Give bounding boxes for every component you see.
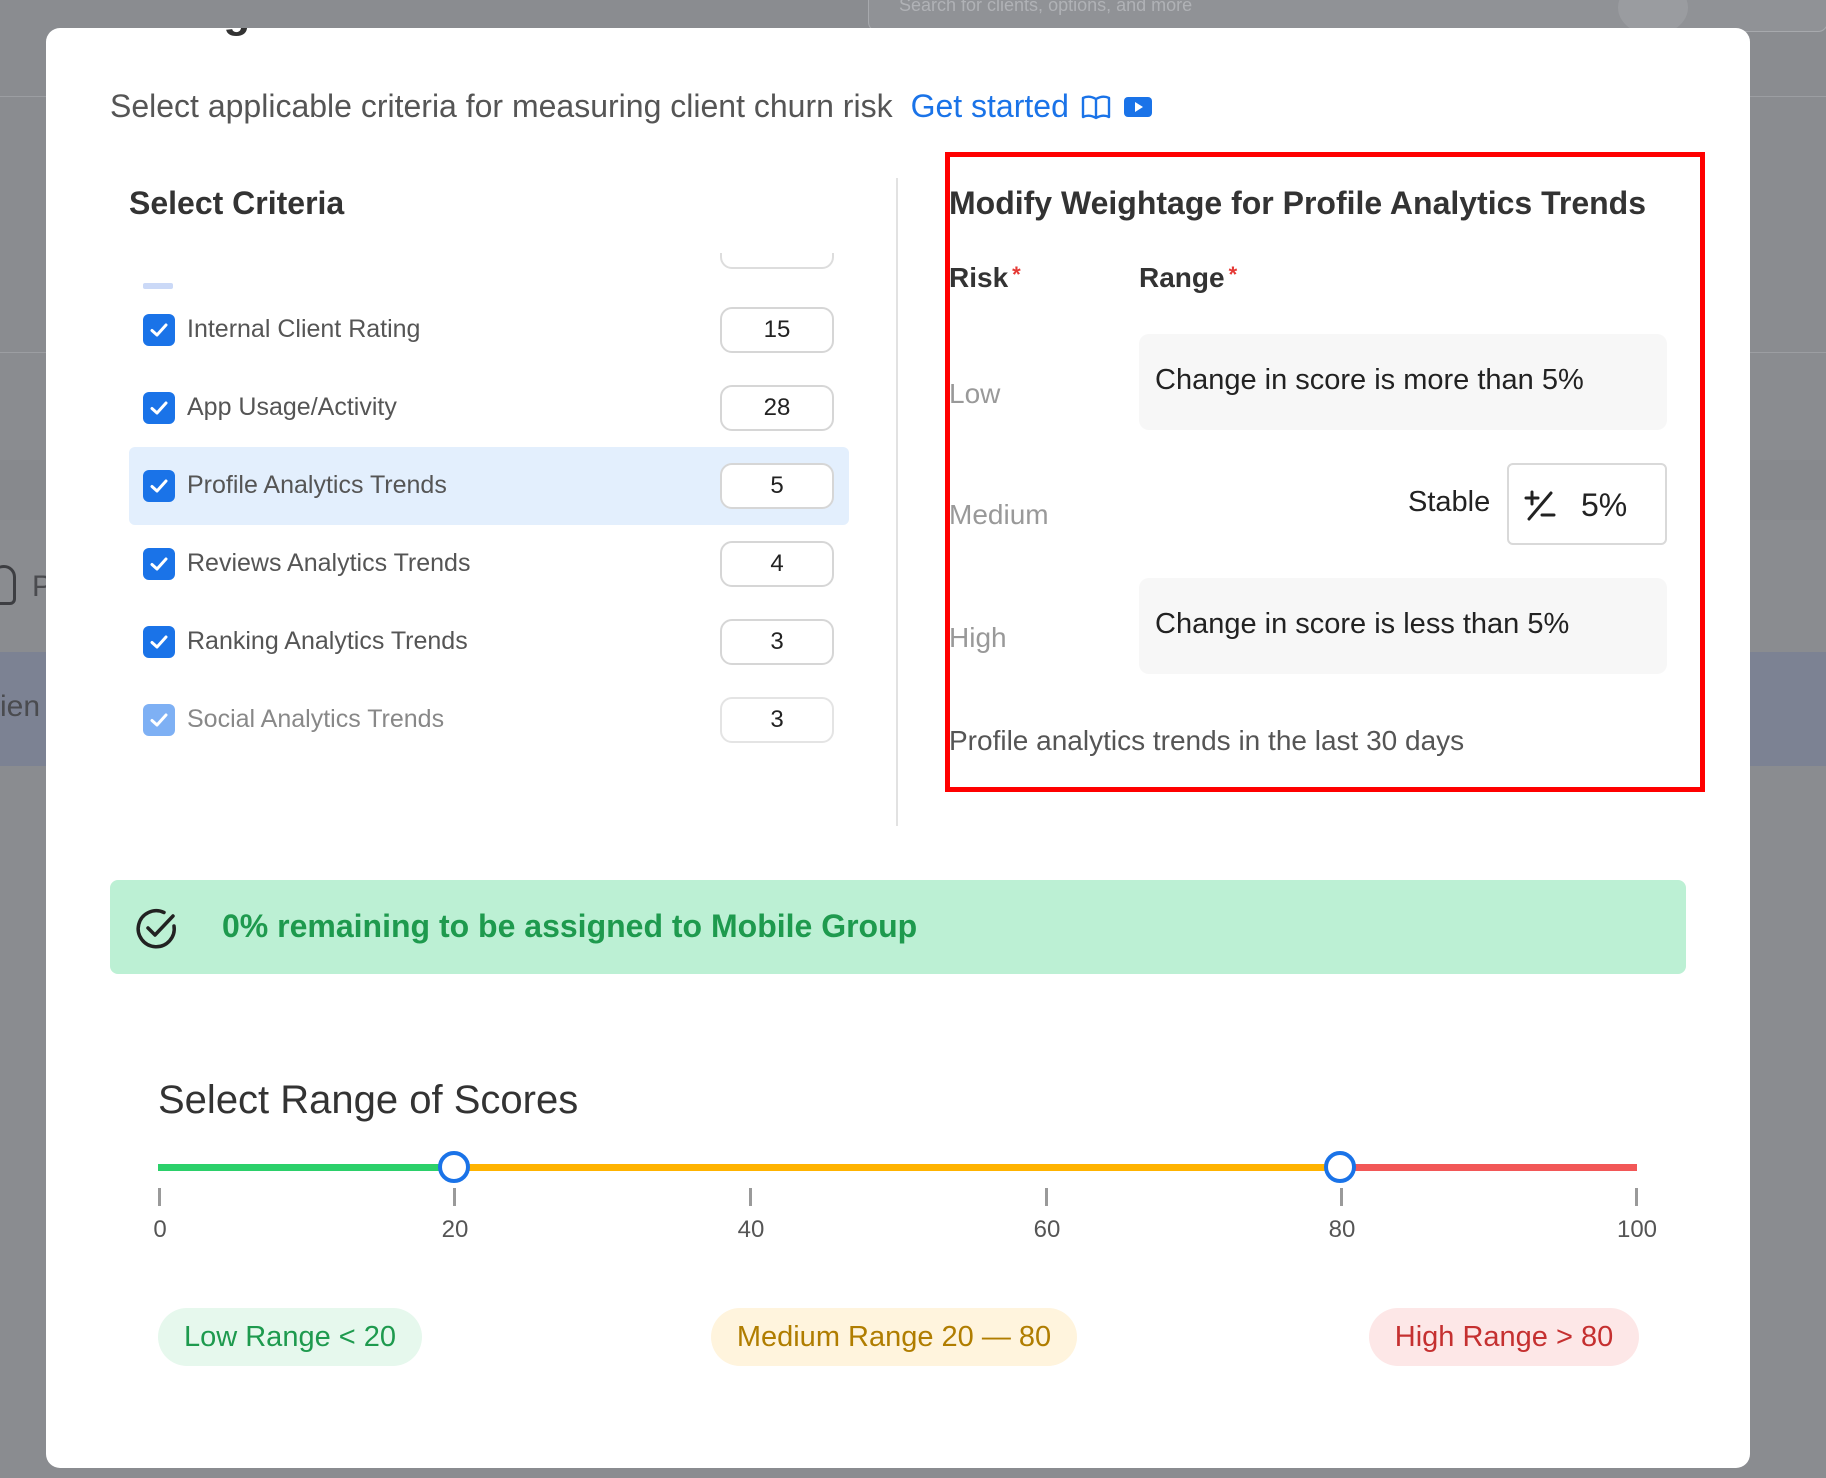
- checkbox[interactable]: [143, 470, 175, 502]
- slider-track-low[interactable]: [158, 1164, 453, 1171]
- checkbox[interactable]: [143, 314, 175, 346]
- slider-tick: [1635, 1188, 1638, 1206]
- risk-medium-label: Medium: [949, 499, 1049, 530]
- tick-label: 40: [737, 1216, 765, 1243]
- play-video-icon[interactable]: [1123, 95, 1153, 119]
- checkbox[interactable]: [143, 392, 175, 424]
- churn-criteria-modal: Configure churn risk criteria Select app…: [46, 28, 1750, 1468]
- high-range-pill: High Range > 80: [1369, 1308, 1639, 1366]
- risk-low-label: Low: [949, 378, 1001, 409]
- risk-header-label: Risk: [949, 262, 1009, 293]
- criteria-label: App Usage/Activity: [187, 393, 397, 421]
- range-high-field: Change in score is less than 5%: [1139, 578, 1667, 674]
- required-mark: *: [1012, 262, 1021, 287]
- criteria-item-internal-client-rating[interactable]: Internal Client Rating: [129, 291, 849, 369]
- checkmark-icon: [150, 635, 168, 649]
- range-low-field: Change in score is more than 5%: [1139, 334, 1667, 430]
- book-open-icon[interactable]: [1081, 94, 1111, 120]
- plus-minus-icon: [1524, 490, 1556, 521]
- weight-input[interactable]: [720, 619, 834, 665]
- slider-tick: [1340, 1188, 1343, 1206]
- slider-thumb-high[interactable]: [1324, 1151, 1356, 1183]
- stable-percent-input[interactable]: 5%: [1507, 463, 1667, 545]
- tick-label: 20: [441, 1216, 469, 1243]
- checkmark-icon: [150, 401, 168, 415]
- weight-input[interactable]: [720, 307, 834, 353]
- criteria-list[interactable]: Internal Client Rating App Usage/Activit…: [129, 253, 849, 778]
- range-high-text: Change in score is less than 5%: [1155, 608, 1570, 640]
- background-user-icon: [0, 565, 16, 605]
- weight-input[interactable]: [720, 541, 834, 587]
- slider-track-high[interactable]: [1340, 1164, 1637, 1171]
- range-header-label: Range: [1139, 262, 1225, 293]
- low-range-pill: Low Range < 20: [158, 1308, 422, 1366]
- slider-tick: [1045, 1188, 1048, 1206]
- get-started-link[interactable]: Get started: [911, 88, 1069, 125]
- slider-thumb-low[interactable]: [438, 1151, 470, 1183]
- check-circle-icon: [136, 909, 176, 949]
- weight-input-partial: [720, 253, 834, 269]
- criteria-item-app-usage[interactable]: App Usage/Activity: [129, 369, 849, 447]
- range-low-text: Change in score is more than 5%: [1155, 364, 1584, 396]
- checkbox-partial: [143, 283, 173, 289]
- weightage-title: Modify Weightage for Profile Analytics T…: [949, 185, 1646, 221]
- weight-input[interactable]: [720, 385, 834, 431]
- select-criteria-title: Select Criteria: [129, 185, 345, 221]
- criteria-item-reviews-analytics-trends[interactable]: Reviews Analytics Trends: [129, 525, 849, 603]
- column-divider: [896, 178, 898, 826]
- tick-label: 100: [1616, 1216, 1658, 1243]
- background-side-text: ien: [0, 690, 41, 723]
- criteria-item-partial: [129, 253, 849, 293]
- checkmark-icon: [150, 713, 168, 727]
- modal-title: Configure churn risk criteria: [111, 28, 703, 38]
- risk-high-label: High: [949, 622, 1007, 653]
- slider-tick: [453, 1188, 456, 1206]
- checkmark-icon: [150, 323, 168, 337]
- criteria-label: Profile Analytics Trends: [187, 471, 447, 499]
- stable-label: Stable: [1408, 486, 1491, 518]
- tick-label: 0: [153, 1216, 167, 1243]
- modal-subtitle: Select applicable criteria for measuring…: [110, 88, 893, 124]
- slider-tick: [749, 1188, 752, 1206]
- criteria-item-ranking-analytics-trends[interactable]: Ranking Analytics Trends: [129, 603, 849, 681]
- subtitle-row: Select applicable criteria for measuring…: [110, 88, 1153, 125]
- banner-text: 0% remaining to be assigned to Mobile Gr…: [222, 908, 918, 944]
- range-column-header: Range *: [1139, 262, 1237, 294]
- checkbox[interactable]: [143, 548, 175, 580]
- assignment-status-banner: 0% remaining to be assigned to Mobile Gr…: [110, 880, 1686, 974]
- stable-percent-value: 5%: [1581, 487, 1628, 523]
- tick-label: 60: [1033, 1216, 1061, 1243]
- criteria-item-social-analytics-trends[interactable]: Social Analytics Trends: [129, 681, 849, 759]
- medium-range-pill: Medium Range 20 — 80: [711, 1308, 1077, 1366]
- score-range-title: Select Range of Scores: [158, 1078, 579, 1122]
- slider-tick: [158, 1188, 161, 1206]
- background-search-placeholder: Search for clients, options, and more: [899, 0, 1193, 15]
- tick-label: 80: [1328, 1216, 1356, 1243]
- risk-column-header: Risk *: [949, 262, 1021, 294]
- checkbox[interactable]: [143, 626, 175, 658]
- criteria-label: Ranking Analytics Trends: [187, 627, 468, 655]
- criteria-label: Internal Client Rating: [187, 315, 421, 343]
- criteria-label: Reviews Analytics Trends: [187, 549, 471, 577]
- checkmark-icon: [150, 557, 168, 571]
- checkmark-icon: [150, 479, 168, 493]
- weight-input[interactable]: [720, 697, 834, 743]
- weight-input[interactable]: [720, 463, 834, 509]
- required-mark: *: [1228, 262, 1238, 287]
- weightage-note: Profile analytics trends in the last 30 …: [949, 725, 1465, 756]
- slider-track-medium[interactable]: [453, 1164, 1340, 1171]
- checkbox-disabled: [143, 704, 175, 736]
- criteria-label: Social Analytics Trends: [187, 705, 445, 733]
- criteria-item-profile-analytics-trends[interactable]: Profile Analytics Trends: [129, 447, 849, 525]
